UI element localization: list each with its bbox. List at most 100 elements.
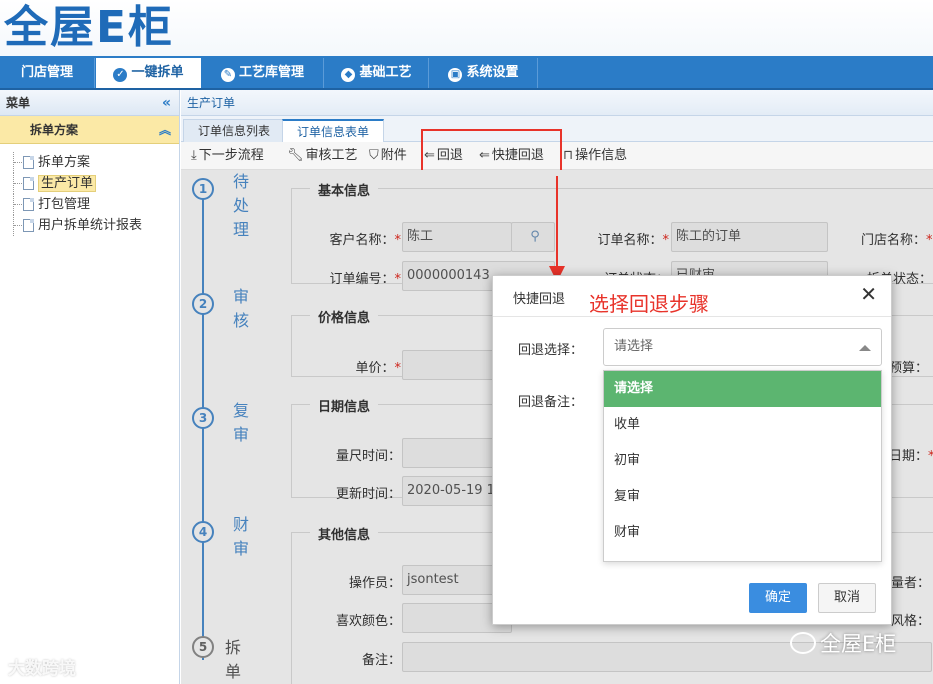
option-please-select[interactable]: 请选择 xyxy=(604,371,881,407)
option-finance-review[interactable]: 财审 xyxy=(604,515,881,551)
download-arrow-icon: ⤓ xyxy=(191,148,197,163)
document-icon xyxy=(23,198,34,211)
sidebar-header: 菜单 « xyxy=(0,90,179,116)
customer-name-input[interactable]: 陈工 xyxy=(402,222,512,252)
rollback-select[interactable]: 请选择 xyxy=(603,328,882,366)
rollback-dropdown: 请选择 收单 初审 复审 财审 xyxy=(603,370,882,562)
logo-text: 全屋E柜 xyxy=(4,2,175,53)
fieldset-title: 日期信息 xyxy=(310,396,379,415)
update-time-label: 更新时间： xyxy=(335,487,401,502)
fieldset-title: 基本信息 xyxy=(310,180,379,199)
nav-tab-basic-craft[interactable]: ◆ 基础工艺 xyxy=(325,58,429,88)
label-text: 客户名称： xyxy=(329,233,395,248)
sidebar: 菜单 « 拆单方案 ︽ 拆单方案 生产订单 打包管理 用户拆单统计报表 xyxy=(0,90,180,684)
sidebar-item-split-plan[interactable]: 拆单方案 xyxy=(10,152,179,173)
order-number-label: 订单编号：* xyxy=(329,272,401,287)
button-label: 操作信息 xyxy=(575,148,628,163)
step-3-number: 3 xyxy=(192,407,214,429)
option-receive[interactable]: 收单 xyxy=(604,407,881,443)
document-icon xyxy=(23,177,34,190)
pencil-circle-icon: ✎ xyxy=(220,68,235,82)
sidebar-item-user-stats-report[interactable]: 用户拆单统计报表 xyxy=(10,215,179,236)
watermark-right: 全屋E柜 xyxy=(790,628,896,658)
step-4-label: 财审 xyxy=(232,515,249,558)
watermark-text: 全屋E柜 xyxy=(820,632,897,656)
sidebar-tree: 拆单方案 生产订单 打包管理 用户拆单统计报表 xyxy=(0,144,179,236)
nav-tab-craft-library[interactable]: ✎ 工艺库管理 xyxy=(202,58,324,88)
quick-rollback-modal: 快捷回退 ✕ 回退选择： 请选择 请选择 收单 初审 复审 财审 回退备注： 确… xyxy=(492,275,892,625)
label-text: 日期： xyxy=(889,449,929,464)
monitor-circle-icon: ▣ xyxy=(448,68,463,82)
sidebar-group-split-plan[interactable]: 拆单方案 ︽ xyxy=(0,116,179,144)
step-1-number: 1 xyxy=(192,178,214,200)
collapse-double-left-icon[interactable]: « xyxy=(162,90,171,116)
operation-info-button[interactable]: ⊓ 操作信息 xyxy=(563,142,627,170)
nav-tab-label: 一键拆单 xyxy=(131,65,184,80)
nav-tab-system-settings[interactable]: ▣ 系统设置 xyxy=(430,58,538,88)
sidebar-title: 菜单 xyxy=(6,96,31,110)
favorite-color-label: 喜欢颜色： xyxy=(335,614,401,629)
wechat-icon xyxy=(790,632,816,654)
breadcrumb-label: 生产订单 xyxy=(187,96,236,110)
review-craft-button[interactable]: 🔧︎ 审核工艺 xyxy=(287,142,358,170)
sidebar-item-label: 生产订单 xyxy=(38,175,97,192)
shield-icon: ⛉ xyxy=(369,148,379,163)
button-label: 下一步流程 xyxy=(198,148,264,163)
sidebar-item-label: 拆单方案 xyxy=(38,155,91,170)
check-circle-icon: ✓ xyxy=(113,68,128,82)
button-label: 附件 xyxy=(380,148,407,163)
budget-label: 预算： xyxy=(889,361,929,376)
collapse-double-up-icon[interactable]: ︽ xyxy=(159,116,171,144)
tab-label: 订单信息列表 xyxy=(198,124,271,138)
sidebar-group-label: 拆单方案 xyxy=(30,123,79,137)
annotation-arrow-line xyxy=(556,176,558,271)
annotation-highlight-box xyxy=(421,129,562,176)
customer-name-label: 客户名称：* xyxy=(329,233,401,248)
nav-tab-label: 系统设置 xyxy=(466,65,519,80)
measure-time-label: 量尺时间： xyxy=(335,449,401,464)
close-icon[interactable]: ✕ xyxy=(860,284,877,304)
label-text: 门店名称： xyxy=(861,233,927,248)
option-re-review[interactable]: 复审 xyxy=(604,479,881,515)
step-3-label: 复审 xyxy=(232,401,249,444)
modal-title: 快捷回退 xyxy=(513,292,566,307)
date-label: 日期：* xyxy=(889,445,933,464)
top-nav: 门店管理 ✓ 一键拆单 ✎ 工艺库管理 ◆ 基础工艺 ▣ 系统设置 xyxy=(0,56,933,90)
sidebar-item-label: 打包管理 xyxy=(38,197,91,212)
option-first-review[interactable]: 初审 xyxy=(604,443,881,479)
step-1-label: 待处理 xyxy=(232,172,249,239)
confirm-button[interactable]: 确定 xyxy=(749,583,807,613)
step-2-label: 审核 xyxy=(232,287,249,330)
nav-tab-label: 门店管理 xyxy=(20,65,73,80)
tab-order-form[interactable]: 订单信息表单 xyxy=(282,119,385,143)
watermark-left: 大数跨境 xyxy=(8,654,76,679)
step-4-number: 4 xyxy=(192,521,214,543)
cancel-button[interactable]: 取消 xyxy=(818,583,876,613)
sidebar-item-label: 用户拆单统计报表 xyxy=(38,218,143,233)
style-label: 风格： xyxy=(891,614,931,629)
attachment-button[interactable]: ⛉ 附件 xyxy=(369,142,407,170)
workflow-steps: 1 待处理 2 审核 3 复审 4 财审 5 拆单 xyxy=(181,170,281,684)
step-2-number: 2 xyxy=(192,293,214,315)
nav-tab-label: 工艺库管理 xyxy=(238,65,304,80)
nav-tab-label: 基础工艺 xyxy=(359,65,412,80)
order-name-input[interactable]: 陈工的订单 xyxy=(671,222,828,252)
select-placeholder: 请选择 xyxy=(614,339,654,354)
step-5-label: 拆单 xyxy=(224,638,241,681)
tab-label: 订单信息表单 xyxy=(297,125,370,139)
remark-label: 备注： xyxy=(361,653,401,668)
order-name-label: 订单名称：* xyxy=(597,233,669,248)
tab-order-list[interactable]: 订单信息列表 xyxy=(183,119,286,143)
document-icon xyxy=(23,219,34,232)
nav-tab-one-click-split[interactable]: ✓ 一键拆单 xyxy=(96,58,201,88)
unit-price-label: 单价：* xyxy=(355,361,401,376)
store-name-label: 门店名称：* xyxy=(861,233,933,248)
nav-tab-store-management[interactable]: 门店管理 xyxy=(0,58,95,88)
watermark-text: 大数跨境 xyxy=(8,659,76,679)
next-step-button[interactable]: ⤓ 下一步流程 xyxy=(191,142,264,170)
sidebar-item-packing[interactable]: 打包管理 xyxy=(10,194,179,215)
tag-circle-icon: ◆ xyxy=(341,68,356,82)
brand-logo: 全屋E柜 xyxy=(4,2,174,54)
sidebar-item-production-order[interactable]: 生产订单 xyxy=(10,173,179,194)
search-icon[interactable]: ⚲ xyxy=(511,222,555,252)
